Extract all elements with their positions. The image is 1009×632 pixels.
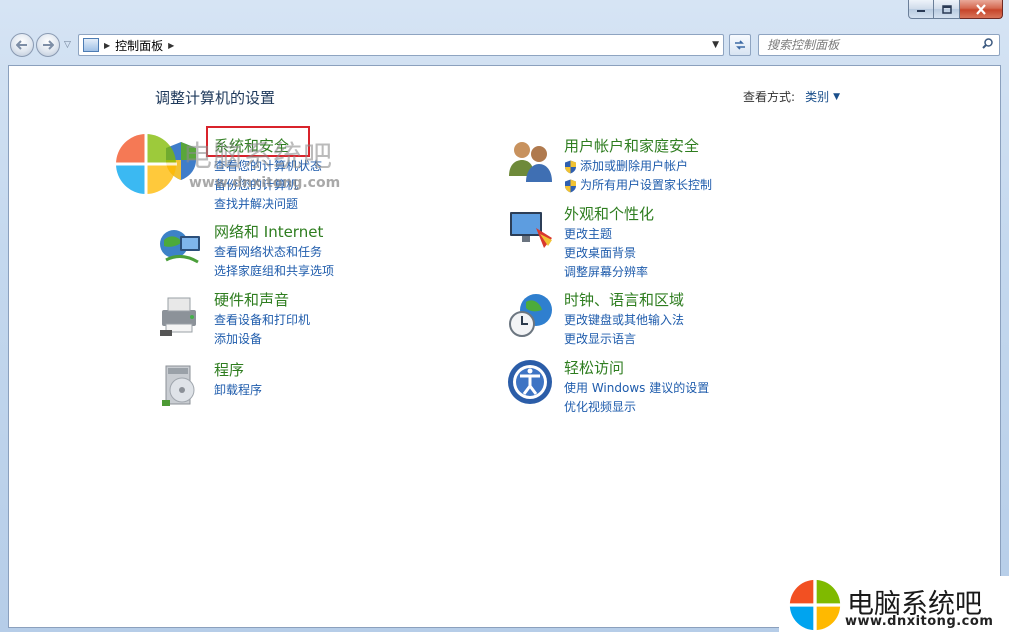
close-button[interactable] — [960, 0, 1003, 19]
view-by-dropdown[interactable]: 类别 — [805, 88, 829, 105]
link-text: 查看网络状态和任务 — [214, 245, 323, 259]
hardware-sound-icon — [160, 297, 196, 336]
uac-shield-icon — [565, 160, 576, 173]
search-input[interactable] — [765, 37, 979, 53]
network-icon — [160, 230, 200, 264]
maximize-button[interactable] — [934, 0, 960, 19]
breadcrumb-chevron-icon[interactable]: ▶ — [168, 41, 174, 50]
appearance-icon — [510, 212, 552, 248]
corner-watermark: 电脑系统吧 www.dnxitong.com — [779, 576, 1009, 632]
category-title-hardware-sound[interactable]: 硬件和声音 — [214, 290, 514, 311]
link-text: 选择家庭组和共享选项 — [214, 264, 335, 278]
caption-buttons — [908, 0, 1003, 20]
link-text: 更改桌面背景 — [564, 246, 637, 260]
category-title-user-accounts[interactable]: 用户帐户和家庭安全 — [564, 136, 864, 157]
search-icon[interactable] — [982, 38, 993, 49]
arrow-left-icon — [16, 40, 27, 50]
breadcrumb-control-panel[interactable]: 控制面板 — [115, 37, 163, 54]
link-change-theme[interactable]: 更改主题 — [564, 225, 864, 244]
category-title-programs[interactable]: 程序 — [214, 360, 514, 381]
link-text: 卸载程序 — [214, 383, 263, 397]
watermark-overlay: 电脑系统吧 www.dnxitong.com — [115, 133, 355, 195]
uac-shield-icon — [565, 179, 576, 192]
minimize-icon — [917, 10, 925, 12]
link-uninstall-program[interactable]: 卸载程序 — [214, 381, 514, 400]
watermark-brand: 电脑系统吧 — [183, 139, 334, 173]
link-add-remove-user[interactable]: 添加或删除用户帐户 — [564, 157, 864, 176]
link-change-keyboard[interactable]: 更改键盘或其他输入法 — [564, 311, 864, 330]
link-view-network-status[interactable]: 查看网络状态和任务 — [214, 243, 514, 262]
minimize-button[interactable] — [908, 0, 934, 19]
link-text: 优化视频显示 — [564, 400, 637, 414]
link-text: 使用 Windows 建议的设置 — [564, 381, 710, 395]
link-text: 查找并解决问题 — [214, 197, 299, 211]
address-bar[interactable]: ▶ 控制面板 ▶ ▼ — [78, 34, 724, 56]
clock-language-icon — [509, 294, 552, 337]
close-icon — [976, 3, 986, 15]
link-text: 更改键盘或其他输入法 — [564, 313, 685, 327]
link-text: 更改显示语言 — [564, 332, 637, 346]
link-add-device[interactable]: 添加设备 — [214, 330, 514, 349]
breadcrumb-chevron-icon[interactable]: ▶ — [104, 41, 110, 50]
link-text: 调整屏幕分辨率 — [564, 265, 649, 279]
link-text: 添加或删除用户帐户 — [580, 159, 689, 173]
ease-of-access-icon — [508, 360, 552, 404]
windows-logo-icon — [115, 133, 177, 195]
maximize-icon — [941, 4, 952, 14]
page-title: 调整计算机的设置 — [155, 89, 276, 107]
link-text: 添加设备 — [214, 332, 263, 346]
user-accounts-icon — [509, 142, 552, 182]
view-by-label: 查看方式: — [743, 90, 796, 104]
windows-logo-icon — [789, 579, 841, 631]
category-title-ease-of-access[interactable]: 轻松访问 — [564, 358, 864, 379]
address-dropdown-icon[interactable]: ▼ — [712, 40, 719, 50]
watermark-url: www.dnxitong.com — [845, 614, 994, 629]
link-homegroup-sharing[interactable]: 选择家庭组和共享选项 — [214, 262, 514, 281]
link-view-devices-printers[interactable]: 查看设备和打印机 — [214, 311, 514, 330]
link-windows-recommended-settings[interactable]: 使用 Windows 建议的设置 — [564, 379, 864, 398]
link-text: 更改主题 — [564, 227, 613, 241]
link-text: 为所有用户设置家长控制 — [580, 178, 713, 192]
control-panel-icon — [83, 38, 99, 52]
link-change-desktop-background[interactable]: 更改桌面背景 — [564, 244, 864, 263]
watermark-url: www.dnxitong.com — [189, 175, 341, 191]
link-find-fix-problems[interactable]: 查找并解决问题 — [214, 195, 514, 214]
category-title-network-internet[interactable]: 网络和 Internet — [214, 222, 514, 243]
link-adjust-resolution[interactable]: 调整屏幕分辨率 — [564, 263, 864, 282]
chevron-down-icon[interactable]: ▼ — [833, 92, 840, 102]
view-by-control: 查看方式: 类别 ▼ — [743, 88, 840, 105]
refresh-button[interactable] — [729, 34, 751, 56]
link-parental-controls[interactable]: 为所有用户设置家长控制 — [564, 176, 864, 195]
refresh-icon — [735, 40, 745, 50]
forward-button[interactable] — [36, 33, 60, 57]
link-change-display-language[interactable]: 更改显示语言 — [564, 330, 864, 349]
arrow-right-icon — [43, 40, 54, 50]
back-button[interactable] — [10, 33, 34, 57]
recent-pages-dropdown[interactable]: ▽ — [64, 40, 71, 50]
link-optimize-visual-display[interactable]: 优化视频显示 — [564, 398, 864, 417]
category-title-appearance[interactable]: 外观和个性化 — [564, 204, 864, 225]
category-title-clock-language[interactable]: 时钟、语言和区域 — [564, 290, 864, 311]
search-box[interactable] — [758, 34, 1000, 56]
link-text: 查看设备和打印机 — [214, 313, 311, 327]
navigation-bar: ▽ ▶ 控制面板 ▶ ▼ — [0, 30, 1009, 60]
programs-icon — [162, 365, 195, 406]
